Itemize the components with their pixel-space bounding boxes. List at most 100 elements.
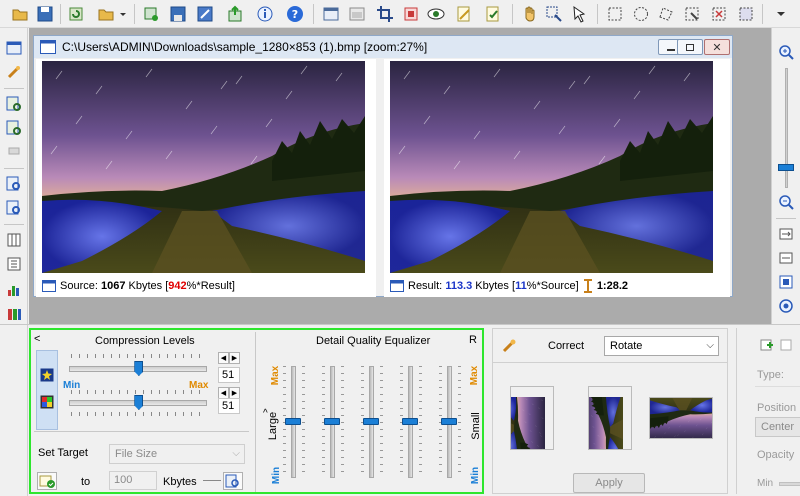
unit-line	[203, 480, 221, 481]
open-folder-icon[interactable]	[9, 3, 31, 25]
zoom-out-icon[interactable]	[776, 192, 796, 212]
rect-select-icon[interactable]	[604, 3, 626, 25]
rotate-left-thumbnail[interactable]	[510, 386, 554, 450]
source-pane: Source: 1067 Kbytes [942 %*Result]	[36, 59, 376, 297]
histogram-icon[interactable]	[4, 280, 24, 300]
set-target-label: Set Target	[38, 447, 88, 459]
color-levels-icon[interactable]	[4, 304, 24, 324]
edit-image-icon[interactable]	[194, 3, 216, 25]
correct-panel: Correct Rotate ⌵ Apply	[492, 328, 728, 494]
zoom-out-page-icon[interactable]	[4, 118, 24, 138]
luminance-icon[interactable]	[40, 368, 54, 382]
invert-selection-icon[interactable]	[735, 3, 757, 25]
open-recent-icon[interactable]	[95, 3, 117, 25]
collapse-button[interactable]: <	[34, 333, 40, 345]
window-tile-icon[interactable]	[320, 3, 342, 25]
export-icon[interactable]	[224, 3, 246, 25]
rotate-right-thumbnail[interactable]	[588, 386, 632, 450]
window-cascade-icon[interactable]	[346, 3, 368, 25]
target-unit-label: Kbytes	[163, 476, 197, 488]
bottom-left-strip	[0, 325, 28, 496]
document-title-bar[interactable]: C:\Users\ADMIN\Downloads\sample_1280×853…	[34, 36, 732, 58]
toolbar-options-icon[interactable]	[770, 3, 792, 25]
correct-mode-select[interactable]: Rotate ⌵	[604, 336, 719, 356]
watermark-opacity-slider[interactable]	[779, 482, 800, 486]
lasso-select-icon[interactable]	[655, 3, 677, 25]
columns-view-icon[interactable]	[4, 230, 24, 250]
target-type-select[interactable]: File Size ⌵	[109, 444, 245, 464]
hand-pan-icon[interactable]	[519, 3, 541, 25]
panel-divider	[255, 332, 256, 492]
level1-increase-icon[interactable]: ▶	[229, 352, 240, 364]
eq-band-ticks-right	[419, 366, 422, 478]
restore-button[interactable]	[677, 39, 703, 55]
eq-band-thumb[interactable]	[285, 418, 301, 425]
pointer-select-icon[interactable]	[569, 3, 591, 25]
result-label: Result:	[408, 280, 443, 292]
divider	[755, 386, 800, 387]
zoom-slider-thumb[interactable]	[778, 164, 794, 171]
eq-band-thumb[interactable]	[324, 418, 340, 425]
image-window-icon[interactable]	[4, 38, 24, 58]
fit-window-icon[interactable]	[4, 140, 24, 160]
properties-icon[interactable]	[482, 3, 504, 25]
watermark-position-button[interactable]: Center	[755, 417, 800, 437]
batch-icon[interactable]	[140, 3, 162, 25]
watermark-position-label: Position	[757, 402, 797, 414]
eq-band-thumb[interactable]	[363, 418, 379, 425]
document-title: C:\Users\ADMIN\Downloads\sample_1280×853…	[62, 40, 428, 54]
result-percent-suffix: %*Source]	[526, 280, 579, 292]
level1-spinner[interactable]: ◀ ▶	[218, 352, 240, 364]
fit-page-icon[interactable]	[776, 224, 796, 244]
bottom-panel: < Compression Levels ◀ ▶ 51 Min Max ◀ ▶ 51…	[0, 324, 800, 496]
refresh-icon[interactable]	[65, 3, 87, 25]
target-type-value: File Size	[115, 448, 158, 460]
one-to-one-icon[interactable]	[776, 272, 796, 292]
zoom-in-icon[interactable]	[776, 42, 796, 62]
preview-eye-icon[interactable]	[425, 3, 447, 25]
ellipse-select-icon[interactable]	[630, 3, 652, 25]
zoom-select-icon[interactable]	[543, 3, 565, 25]
help-icon[interactable]: ?	[284, 3, 306, 25]
zoom-target-button[interactable]	[223, 472, 243, 490]
rows-view-icon[interactable]	[4, 254, 24, 274]
resize-icon[interactable]	[400, 3, 422, 25]
source-percent-suffix: %*Result]	[186, 280, 235, 292]
level1-decrease-icon[interactable]: ◀	[218, 352, 229, 364]
zoom-fit-icon[interactable]	[4, 174, 24, 194]
eq-band-thumb[interactable]	[402, 418, 418, 425]
source-unit: Kbytes	[128, 280, 163, 292]
eq-band-ticks-right	[458, 366, 461, 478]
close-button[interactable]: ✕	[704, 39, 730, 55]
eq-min-left: Min	[271, 466, 283, 485]
add-watermark-icon[interactable]	[759, 337, 775, 353]
info-icon[interactable]	[254, 3, 276, 25]
circle-view-icon[interactable]	[776, 296, 796, 316]
dropdown-arrow-icon[interactable]	[116, 3, 130, 25]
save-as-icon[interactable]	[167, 3, 189, 25]
level2-slider-thumb[interactable]	[134, 395, 144, 410]
save-icon[interactable]	[34, 3, 56, 25]
remove-watermark-icon[interactable]	[779, 337, 795, 353]
edit-note-icon[interactable]	[453, 3, 475, 25]
correct-label: Correct	[548, 340, 585, 352]
target-value-input[interactable]: 100	[109, 471, 157, 490]
chroma-icon[interactable]	[40, 395, 54, 409]
rotate-180-thumbnail[interactable]	[649, 397, 713, 439]
equalizer-reset-button[interactable]: R	[469, 334, 477, 346]
crop-icon[interactable]	[374, 3, 396, 25]
clear-selection-icon[interactable]	[708, 3, 730, 25]
eq-band-thumb[interactable]	[441, 418, 457, 425]
level1-slider-thumb[interactable]	[134, 361, 144, 376]
apply-target-button[interactable]	[37, 472, 57, 490]
zoom-actual-icon[interactable]	[4, 198, 24, 218]
zoom-page-icon	[225, 474, 239, 488]
magic-select-icon[interactable]	[681, 3, 703, 25]
apply-button[interactable]: Apply	[573, 473, 645, 493]
wand-tool-icon[interactable]	[4, 62, 24, 82]
zoom-in-page-icon[interactable]	[4, 94, 24, 114]
level2-value[interactable]: 51	[218, 398, 240, 414]
level1-value[interactable]: 51	[218, 367, 240, 383]
fit-width-icon[interactable]	[776, 248, 796, 268]
divider	[493, 362, 727, 363]
